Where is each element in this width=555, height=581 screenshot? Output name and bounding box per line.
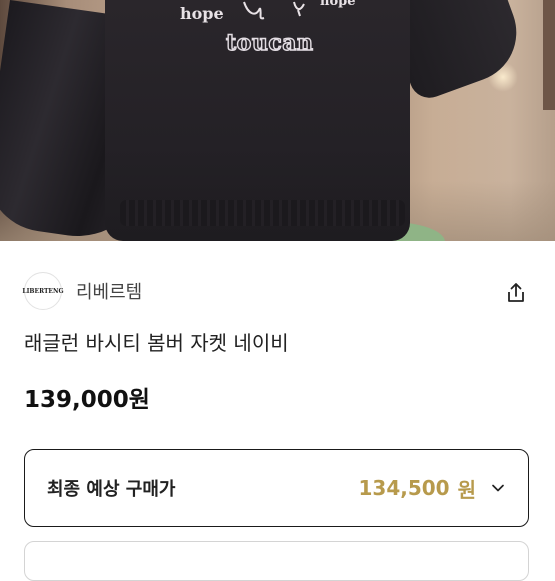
print-text-toucan: toucan: [225, 29, 314, 56]
final-price-label: 최종 예상 구매가: [47, 479, 176, 500]
next-option-box[interactable]: [24, 541, 529, 581]
shop-logo-text: LIBERTENG: [22, 287, 64, 295]
product-price: 139,000원: [24, 387, 150, 413]
share-icon: [508, 283, 524, 302]
background-ledge: [543, 0, 555, 110]
bird-print-graphic: [243, 1, 305, 20]
share-button[interactable]: [503, 280, 529, 306]
shop-logo[interactable]: LIBERTENG: [22, 272, 64, 310]
shop-name[interactable]: 리베르템: [76, 278, 142, 304]
print-text-hope-right: hope: [320, 0, 356, 9]
jacket-hem: [120, 200, 405, 226]
shop-row[interactable]: LIBERTENG 리베르템: [22, 272, 142, 310]
final-price-dropdown[interactable]: 최종 예상 구매가 134,500 원: [24, 449, 529, 527]
chevron-down-icon[interactable]: [490, 480, 506, 496]
final-price-amount: 134,500: [358, 476, 450, 500]
product-image[interactable]: hope hope toucan: [0, 0, 555, 241]
final-price-currency: 원: [457, 477, 476, 502]
product-title: 래글런 바시티 봄버 자켓 네이비: [24, 331, 289, 355]
print-text-hope-left: hope: [180, 4, 224, 23]
